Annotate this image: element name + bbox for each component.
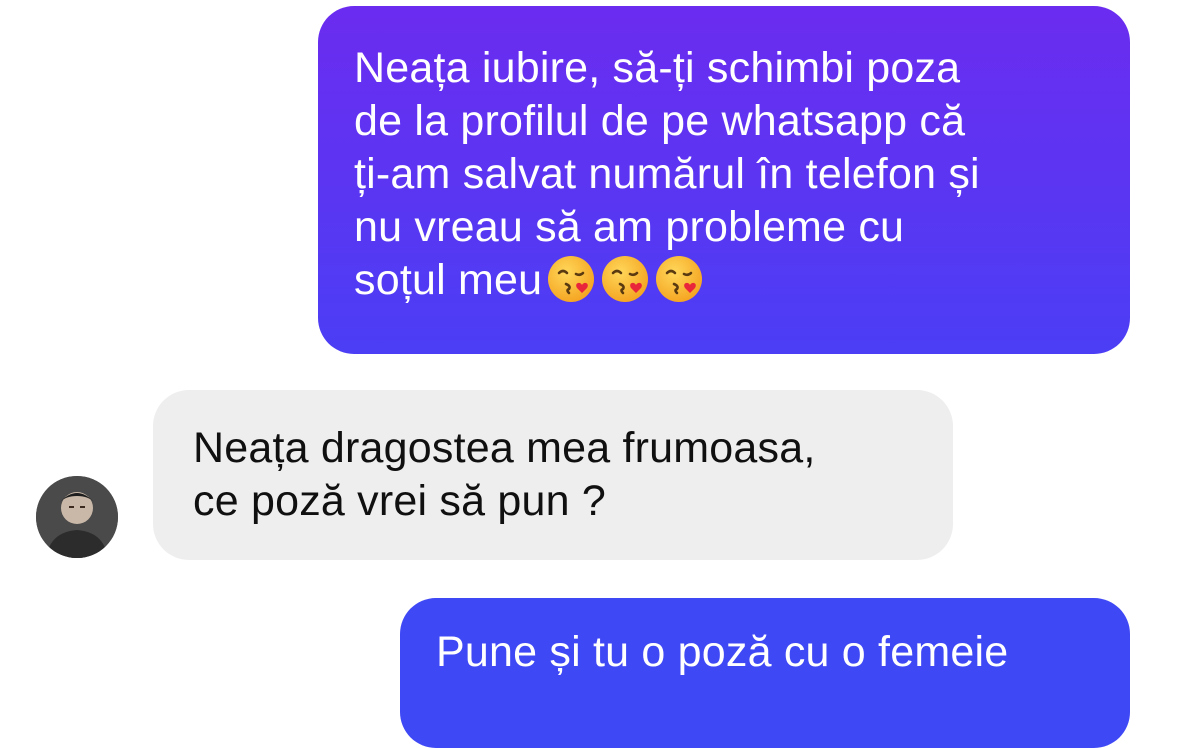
contact-avatar[interactable] (36, 476, 118, 558)
message-line: ți-am salvat numărul în telefon și (354, 150, 980, 198)
message-line: ce poză vrei să pun ? (193, 477, 606, 525)
incoming-message-bubble[interactable]: Neața dragostea mea frumoasa, ce poză vr… (153, 390, 953, 560)
avatar-photo (36, 476, 118, 558)
message-line: nu vreau să am probleme cu (354, 203, 905, 251)
kissing-face-with-heart-icon (600, 254, 650, 304)
chat-thread: Neața iubire, să-ți schimbi poza de la p… (0, 0, 1200, 748)
kissing-face-with-heart-icon (654, 254, 704, 304)
message-line: Neața dragostea mea frumoasa, (193, 424, 816, 472)
outgoing-message-bubble[interactable]: Neața iubire, să-ți schimbi poza de la p… (318, 6, 1130, 354)
outgoing-message-bubble[interactable]: Pune și tu o poză cu o femeie (400, 598, 1130, 748)
kissing-face-with-heart-icon (546, 254, 596, 304)
message-line: Pune și tu o poză cu o femeie (436, 628, 1009, 676)
message-line: soțul meu (354, 256, 543, 304)
message-last-line: soțul meu (354, 254, 1110, 307)
message-line: Neața iubire, să-ți schimbi poza (354, 44, 961, 92)
message-line: de la profilul de pe whatsapp că (354, 97, 966, 145)
